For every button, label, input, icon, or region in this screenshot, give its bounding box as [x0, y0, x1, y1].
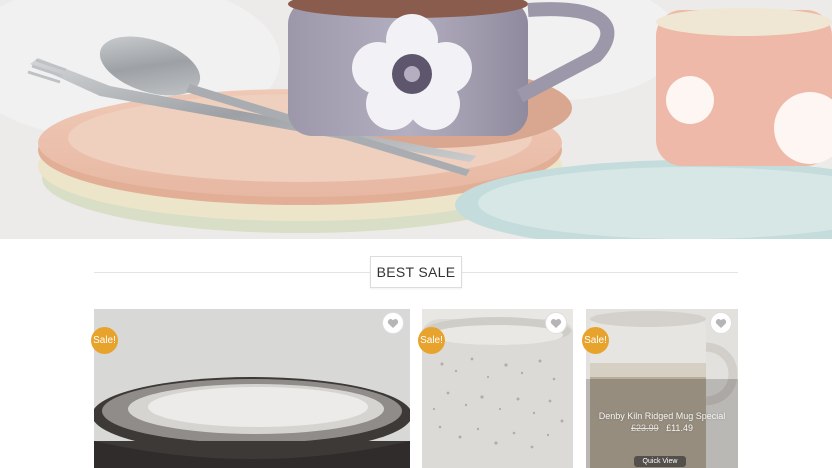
wishlist-button[interactable]	[382, 312, 404, 334]
heart-icon	[550, 318, 562, 328]
sale-badge: Sale!	[582, 327, 609, 354]
old-price: £23.99	[631, 423, 659, 433]
section-title: BEST SALE	[370, 256, 462, 288]
product-prices: £23.99 £11.49	[586, 423, 738, 434]
hero-banner	[0, 0, 832, 239]
product-info-overlay: Denby Kiln Ridged Mug Special £23.99 £11…	[586, 411, 738, 434]
product-image	[94, 309, 410, 468]
product-card[interactable]	[94, 309, 410, 468]
product-name[interactable]: Denby Kiln Ridged Mug Special	[586, 411, 738, 422]
wishlist-button[interactable]	[710, 312, 732, 334]
section-heading: BEST SALE	[94, 256, 738, 288]
sale-badge: Sale!	[91, 327, 118, 354]
wishlist-button[interactable]	[545, 312, 567, 334]
hero-image	[0, 0, 832, 239]
sale-badge: Sale!	[418, 327, 445, 354]
heart-icon	[715, 318, 727, 328]
sale-price: £11.49	[666, 423, 693, 433]
quick-view-button[interactable]: Quick View	[634, 456, 686, 467]
heart-icon	[387, 318, 399, 328]
